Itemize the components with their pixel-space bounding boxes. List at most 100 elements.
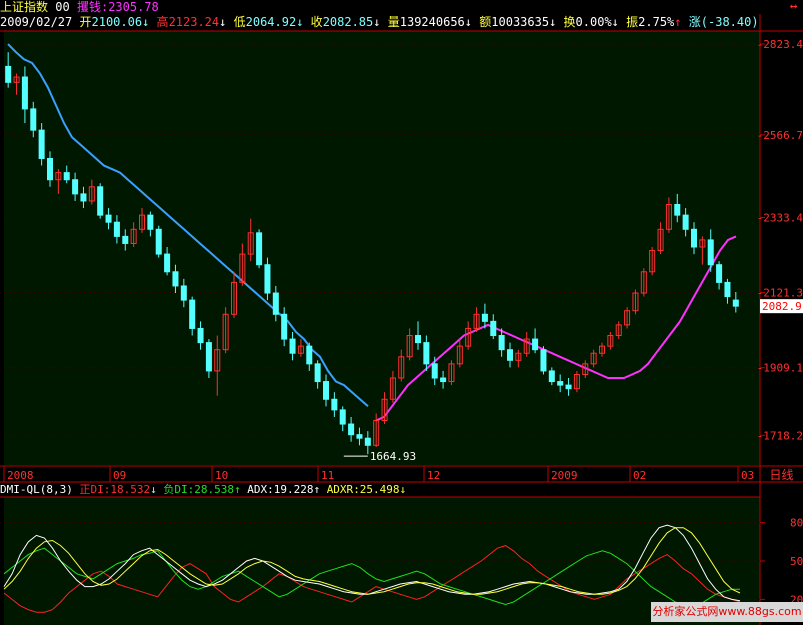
time-tick-label: 2009	[551, 469, 578, 482]
candle-body	[205, 342, 212, 372]
price-tick-label: -2121.3	[757, 287, 803, 300]
volume-label: 量	[387, 15, 400, 29]
amount-value: 10033635	[491, 15, 550, 29]
time-tick-label: 09	[113, 469, 126, 482]
price-tick-label: -2566.7	[757, 129, 803, 142]
volume-arrow: ↓	[464, 15, 473, 29]
candle-body	[565, 384, 572, 390]
candle-body	[30, 108, 37, 131]
candle-body	[147, 214, 154, 230]
close-arrow: ↓	[373, 15, 381, 29]
open-value: 2100.06	[91, 15, 143, 29]
candle-body	[155, 228, 162, 255]
volume-value: 139240656	[399, 15, 465, 29]
close-value: 2082.85	[322, 15, 374, 29]
expand-collapse-icon[interactable]: ↔	[784, 0, 803, 14]
change-label: 涨	[688, 15, 701, 29]
candle-body	[707, 239, 714, 266]
time-tick-label: 03	[741, 469, 754, 482]
amplitude-value: 2.75%	[638, 15, 675, 29]
candle-body	[339, 409, 346, 425]
candle-body	[46, 157, 54, 181]
index-code: 00	[55, 0, 70, 14]
low-arrow: ↓	[296, 15, 304, 29]
adxr-label: ADXR	[326, 483, 354, 496]
candle-body	[38, 129, 45, 159]
low-annotation: 1664.93	[370, 450, 416, 463]
watermark-footer[interactable]: 分析家公式网www.88gs.com	[651, 602, 803, 622]
candle-body	[506, 349, 514, 361]
indicator-value: 2305.78	[108, 0, 159, 14]
candle-body	[256, 232, 263, 266]
amount-arrow: ↓	[549, 15, 557, 29]
mdi-arrow: ↑	[233, 483, 241, 496]
candle-body	[674, 204, 681, 216]
candle-body	[105, 214, 112, 223]
candle-body	[164, 253, 171, 273]
close-label: 收	[310, 15, 323, 29]
adxr-value: :25.498	[353, 483, 400, 496]
pdi-arrow: ↓	[150, 483, 157, 496]
time-tick-label: 10	[215, 469, 228, 482]
candle-body	[498, 335, 505, 351]
adx-arrow: ↑	[313, 483, 321, 496]
candle-body	[272, 292, 279, 315]
last-price-label: 2082.9	[762, 300, 802, 313]
candle-body	[557, 381, 564, 386]
amount-label: 额	[479, 15, 492, 29]
candle-body	[197, 327, 204, 344]
header-row-1: 上证指数 00 攫钱:2305.78	[0, 0, 159, 14]
candle-body	[716, 264, 723, 283]
pdi-label: 正DI	[79, 483, 104, 496]
amplitude-label: 振	[626, 15, 639, 29]
candle-body	[113, 221, 120, 237]
price-tick-label: -2823.4	[757, 38, 803, 51]
candle-body	[21, 76, 28, 110]
mdi-value: :28.538	[187, 483, 234, 496]
time-tick-label: 11	[321, 469, 334, 482]
price-tick-label: -1718.2	[757, 429, 803, 442]
candle-body	[423, 342, 430, 365]
candle-body	[72, 179, 79, 195]
candle-body	[289, 338, 296, 354]
low-value: 2064.92	[245, 15, 297, 29]
mdi-label: 负DI	[163, 483, 188, 496]
dmi-axis-ticks: 205080	[760, 517, 803, 606]
candle-body	[331, 398, 338, 411]
dmi-panel-background	[4, 497, 760, 625]
candle-body	[281, 313, 288, 340]
dmi-header: DMI-QL(8,3) 正DI:18.532↓ 负DI:28.538↑ ADX:…	[0, 483, 760, 497]
candle-body	[548, 370, 555, 383]
dmi-tick-label: 80	[790, 517, 803, 530]
adx-value: :19.228	[267, 483, 314, 496]
candle-body	[189, 299, 196, 329]
index-name[interactable]: 上证指数	[0, 0, 48, 14]
candle-body	[348, 423, 355, 436]
candle-body	[481, 313, 488, 322]
candle-body	[724, 281, 731, 298]
period-selector[interactable]: 日线	[760, 468, 803, 483]
candle-body	[322, 381, 330, 400]
adxr-arrow: ↓	[399, 483, 407, 496]
header-row-2: 2009/02/27 开2100.06↓ 高2123.24↓ 低2064.92↓…	[0, 14, 760, 30]
dmi-tick-label: 50	[790, 555, 803, 568]
candle-body	[180, 285, 187, 301]
chart-canvas: -1718.2 -1909.1 -2121.3 -2333.4 -2566.7 -2823…	[0, 14, 803, 625]
high-label: 高	[156, 15, 169, 29]
candle-body	[431, 363, 438, 379]
price-tick-label: -2333.4	[757, 211, 803, 224]
candle-body	[732, 299, 739, 307]
turnover-label: 换	[563, 15, 576, 29]
candle-body	[364, 437, 371, 446]
candle-body	[63, 172, 70, 181]
candle-body	[356, 434, 363, 439]
time-tick-label: 02	[633, 469, 646, 482]
candle-body	[540, 349, 547, 372]
dmi-title[interactable]: DMI-QL(8,3)	[0, 483, 73, 496]
time-tick-label: 2008	[7, 469, 34, 482]
candle-body	[80, 193, 87, 202]
candle-body	[532, 338, 539, 351]
price-axis-ticks: -1718.2 -1909.1 -2121.3 -2333.4 -2566.7 -2823…	[757, 38, 803, 442]
adx-label: ADX	[247, 483, 268, 496]
high-value: 2123.24	[168, 15, 220, 29]
